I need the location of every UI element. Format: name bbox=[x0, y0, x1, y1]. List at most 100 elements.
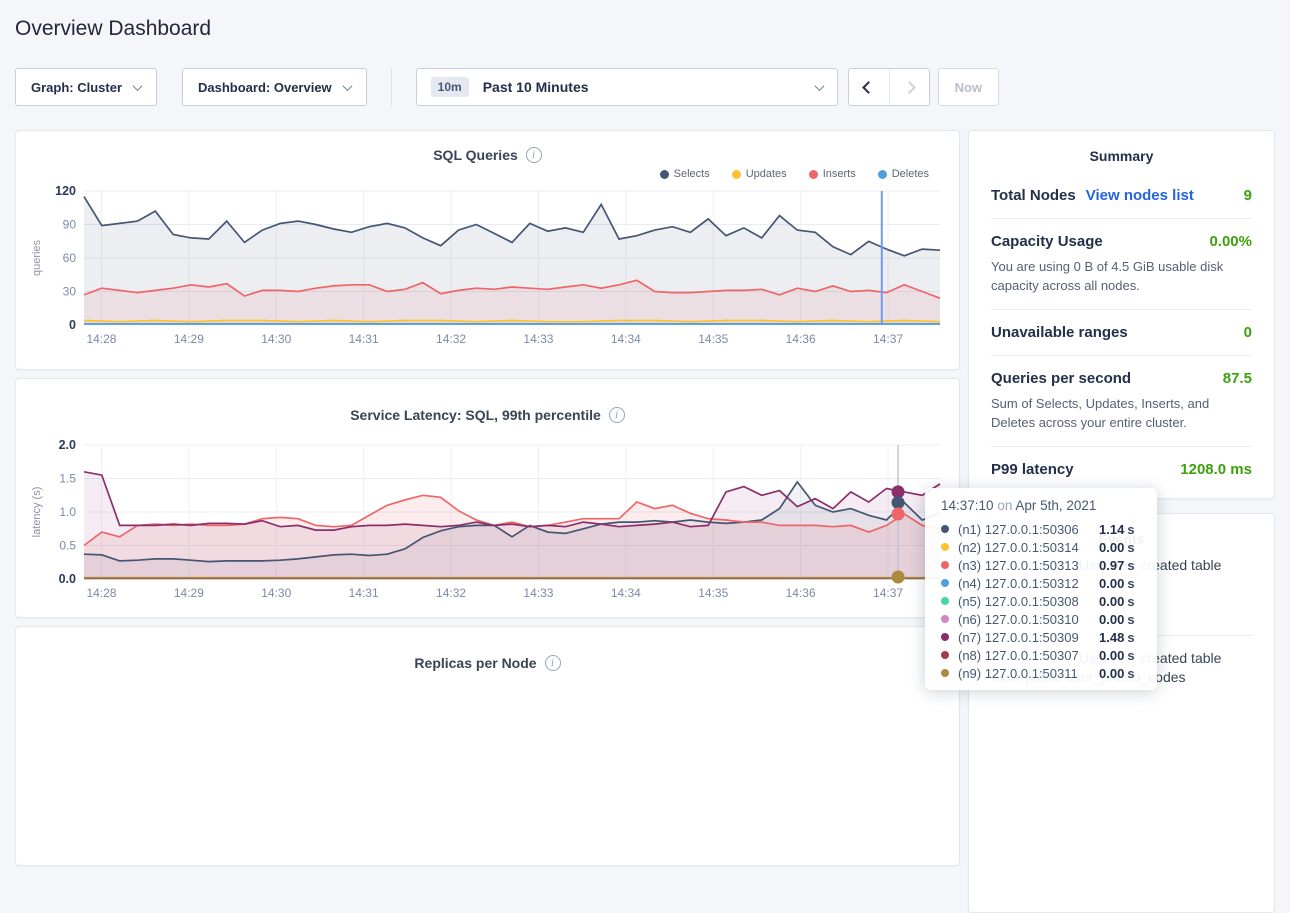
svg-text:0: 0 bbox=[69, 318, 76, 332]
overview-dashboard-page: Overview Dashboard Graph: Cluster Dashbo… bbox=[0, 16, 1290, 913]
node-color-dot-icon bbox=[941, 633, 949, 641]
total-nodes-label: Total Nodes bbox=[991, 187, 1076, 204]
summary-item-p99-latency: P99 latency 1208.0 ms bbox=[991, 447, 1252, 492]
summary-item-total-nodes: Total Nodes View nodes list 9 bbox=[991, 173, 1252, 219]
legend-dot-icon bbox=[732, 170, 741, 179]
svg-text:0.5: 0.5 bbox=[59, 539, 76, 553]
svg-text:14:32: 14:32 bbox=[436, 332, 466, 346]
page-title: Overview Dashboard bbox=[15, 16, 1275, 42]
svg-text:14:33: 14:33 bbox=[523, 586, 553, 600]
chevron-right-icon bbox=[903, 81, 916, 94]
svg-text:14:35: 14:35 bbox=[698, 586, 728, 600]
svg-text:14:29: 14:29 bbox=[174, 332, 204, 346]
qps-value: 87.5 bbox=[1223, 370, 1252, 387]
view-nodes-list-link[interactable]: View nodes list bbox=[1086, 187, 1194, 204]
summary-item-unavailable-ranges: Unavailable ranges 0 bbox=[991, 310, 1252, 356]
node-color-dot-icon bbox=[941, 525, 949, 533]
node-color-dot-icon bbox=[941, 561, 949, 569]
svg-text:2.0: 2.0 bbox=[59, 439, 76, 452]
svg-text:queries: queries bbox=[31, 239, 43, 276]
tooltip-node-row: (n7) 127.0.0.1:503091.48s bbox=[941, 628, 1141, 646]
legend-dot-icon bbox=[809, 170, 818, 179]
svg-text:90: 90 bbox=[63, 218, 77, 232]
sql-queries-chart[interactable]: 030609012014:2814:2914:3014:3114:3214:33… bbox=[22, 185, 953, 368]
svg-text:1.5: 1.5 bbox=[59, 472, 76, 486]
legend-item-deletes[interactable]: Deletes bbox=[878, 168, 929, 180]
node-color-dot-icon bbox=[941, 597, 949, 605]
time-step-back-button[interactable] bbox=[849, 69, 889, 105]
svg-text:1.0: 1.0 bbox=[59, 505, 76, 519]
info-icon[interactable]: i bbox=[609, 407, 625, 423]
summary-title: Summary bbox=[991, 131, 1252, 173]
legend-dot-icon bbox=[660, 170, 669, 179]
svg-text:14:33: 14:33 bbox=[523, 332, 553, 346]
node-color-dot-icon bbox=[941, 579, 949, 587]
legend-item-inserts[interactable]: Inserts bbox=[809, 168, 856, 180]
chevron-down-icon bbox=[814, 81, 824, 91]
chevron-down-icon bbox=[342, 81, 352, 91]
legend-item-updates[interactable]: Updates bbox=[732, 168, 787, 180]
tooltip-rows: (n1) 127.0.0.1:503061.14s(n2) 127.0.0.1:… bbox=[941, 520, 1141, 682]
tooltip-node-row: (n3) 127.0.0.1:503130.97s bbox=[941, 556, 1141, 574]
tooltip-node-row: (n8) 127.0.0.1:503070.00s bbox=[941, 646, 1141, 664]
sql-queries-title-row: SQL Queries i bbox=[22, 145, 953, 165]
dashboard-select-dropdown[interactable]: Dashboard: Overview bbox=[182, 68, 367, 106]
now-button-disabled[interactable]: Now bbox=[938, 68, 999, 106]
graph-scope-dropdown[interactable]: Graph: Cluster bbox=[15, 68, 157, 106]
time-range-badge: 10m bbox=[431, 77, 469, 97]
total-nodes-value: 9 bbox=[1244, 187, 1252, 204]
legend-item-selects[interactable]: Selects bbox=[660, 168, 710, 180]
svg-text:30: 30 bbox=[63, 285, 77, 299]
latency-hover-tooltip: 14:37:10 on Apr 5th, 2021 (n1) 127.0.0.1… bbox=[925, 488, 1157, 690]
svg-text:14:31: 14:31 bbox=[349, 332, 379, 346]
capacity-usage-label: Capacity Usage bbox=[991, 233, 1103, 250]
svg-text:14:32: 14:32 bbox=[436, 586, 466, 600]
tooltip-node-row: (n5) 127.0.0.1:503080.00s bbox=[941, 592, 1141, 610]
time-step-buttons bbox=[848, 68, 930, 106]
svg-text:14:34: 14:34 bbox=[611, 332, 641, 346]
sql-queries-title: SQL Queries bbox=[433, 147, 518, 163]
summary-item-capacity-usage: Capacity Usage 0.00% You are using 0 B o… bbox=[991, 219, 1252, 310]
summary-panel: Summary Total Nodes View nodes list 9 Ca… bbox=[968, 130, 1275, 499]
service-latency-chart[interactable]: 0.00.51.01.52.014:2814:2914:3014:3114:32… bbox=[22, 439, 953, 622]
tooltip-timestamp: 14:37:10 on Apr 5th, 2021 bbox=[941, 498, 1141, 513]
node-color-dot-icon bbox=[941, 651, 949, 659]
service-latency-title-row: Service Latency: SQL, 99th percentile i bbox=[22, 405, 953, 425]
svg-text:14:31: 14:31 bbox=[349, 586, 379, 600]
service-latency-title: Service Latency: SQL, 99th percentile bbox=[350, 407, 601, 423]
summary-item-qps: Queries per second 87.5 Sum of Selects, … bbox=[991, 356, 1252, 447]
info-icon[interactable]: i bbox=[526, 147, 542, 163]
time-step-forward-button-disabled[interactable] bbox=[889, 69, 929, 105]
replicas-per-node-panel: Replicas per Node i bbox=[15, 626, 960, 866]
svg-text:14:29: 14:29 bbox=[174, 586, 204, 600]
time-range-label: Past 10 Minutes bbox=[483, 79, 816, 95]
time-range-dropdown[interactable]: 10m Past 10 Minutes bbox=[416, 68, 838, 106]
svg-text:latency (s): latency (s) bbox=[31, 487, 43, 538]
svg-text:14:36: 14:36 bbox=[786, 332, 816, 346]
node-color-dot-icon bbox=[941, 543, 949, 551]
svg-text:120: 120 bbox=[55, 185, 76, 198]
svg-text:14:30: 14:30 bbox=[261, 332, 291, 346]
sql-legend: Selects Updates Inserts Deletes bbox=[22, 168, 953, 183]
replicas-title-row: Replicas per Node i bbox=[22, 653, 953, 673]
p99-latency-label: P99 latency bbox=[991, 461, 1074, 478]
svg-text:14:37: 14:37 bbox=[873, 586, 903, 600]
dashboard-controls: Graph: Cluster Dashboard: Overview 10m P… bbox=[15, 68, 1275, 106]
svg-text:0.0: 0.0 bbox=[59, 572, 76, 586]
node-color-dot-icon bbox=[941, 669, 949, 677]
svg-text:14:36: 14:36 bbox=[786, 586, 816, 600]
p99-latency-value: 1208.0 ms bbox=[1180, 461, 1252, 478]
replicas-title: Replicas per Node bbox=[414, 655, 536, 671]
qps-label: Queries per second bbox=[991, 370, 1131, 387]
capacity-usage-description: You are using 0 B of 4.5 GiB usable disk… bbox=[991, 257, 1252, 295]
chevron-left-icon bbox=[862, 81, 875, 94]
controls-divider bbox=[391, 68, 392, 106]
tooltip-node-row: (n4) 127.0.0.1:503120.00s bbox=[941, 574, 1141, 592]
svg-text:14:28: 14:28 bbox=[86, 586, 116, 600]
legend-dot-icon bbox=[878, 170, 887, 179]
service-latency-panel: Service Latency: SQL, 99th percentile i … bbox=[15, 378, 960, 618]
qps-description: Sum of Selects, Updates, Inserts, and De… bbox=[991, 394, 1252, 432]
unavailable-ranges-value: 0 bbox=[1244, 324, 1252, 341]
dashboard-select-label: Dashboard: Overview bbox=[198, 80, 332, 95]
info-icon[interactable]: i bbox=[545, 655, 561, 671]
